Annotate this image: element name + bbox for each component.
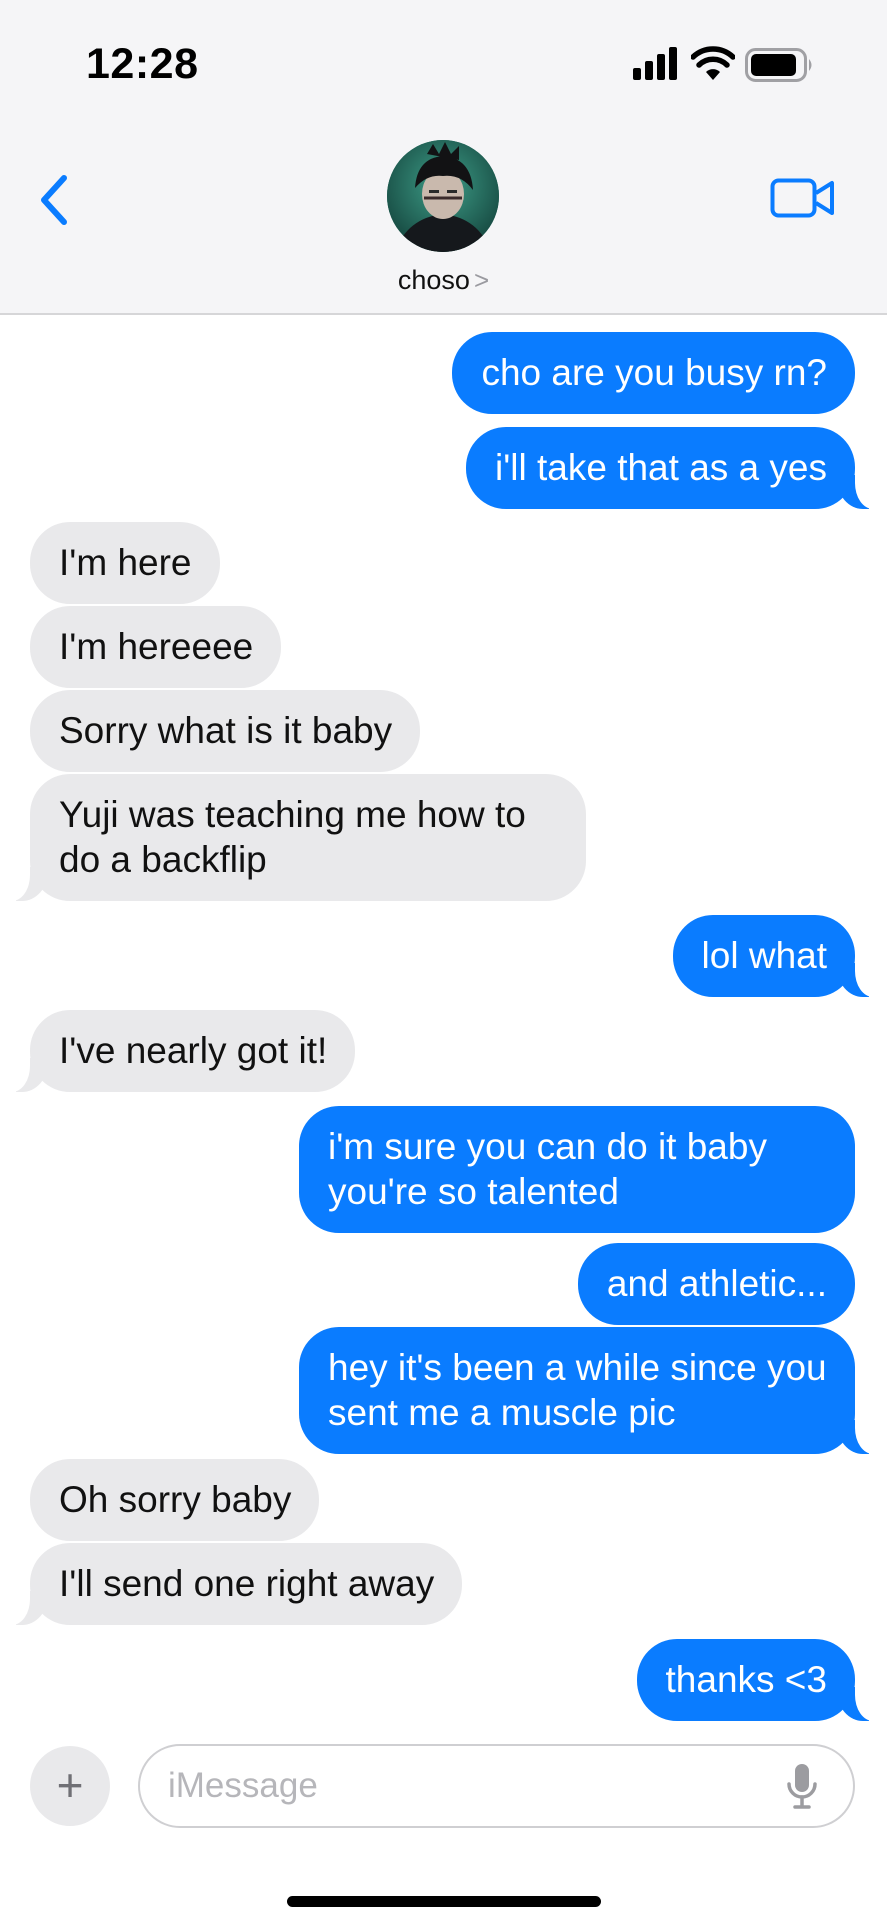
message-bubble-received[interactable]: I'll send one right away xyxy=(1,1543,463,1625)
conversation-header: choso > xyxy=(0,130,887,315)
video-camera-icon[interactable] xyxy=(770,176,836,220)
message-bubble-received[interactable]: I'm hereeee xyxy=(30,606,282,688)
message-input[interactable] xyxy=(138,1744,855,1828)
message-bubble-received[interactable]: Oh sorry baby xyxy=(30,1459,320,1541)
avatar-image xyxy=(387,140,499,252)
message-bubble-received[interactable]: I'm here xyxy=(30,522,220,604)
message-bubble-received[interactable]: Sorry what is it baby xyxy=(30,690,421,772)
message-bubble-sent[interactable]: hey it's been a while since you sent me … xyxy=(299,1327,883,1454)
message-bubble-received[interactable]: Yuji was teaching me how to do a backfli… xyxy=(2,774,586,901)
message-bubble-received[interactable]: I've nearly got it! xyxy=(1,1010,356,1092)
compose-bar: + xyxy=(0,1730,887,1920)
battery-icon xyxy=(745,48,812,82)
microphone-icon[interactable] xyxy=(785,1762,819,1810)
message-bubble-sent[interactable]: cho are you busy rn? xyxy=(452,332,855,414)
chevron-left-icon[interactable] xyxy=(34,170,74,230)
plus-icon: + xyxy=(56,1759,84,1811)
home-indicator[interactable] xyxy=(287,1896,601,1907)
chevron-right-icon: > xyxy=(473,265,490,295)
contact-name: choso xyxy=(397,265,470,295)
message-bubble-sent[interactable]: i'm sure you can do it baby you're so ta… xyxy=(299,1106,855,1233)
contact-name-button[interactable]: choso > xyxy=(0,265,887,296)
cellular-signal-icon xyxy=(633,47,677,80)
message-bubble-sent[interactable]: and athletic... xyxy=(577,1243,855,1325)
message-bubble-sent[interactable]: lol what xyxy=(672,915,884,997)
message-thread[interactable]: cho are you busy rn? i'll take that as a… xyxy=(0,313,887,1730)
apps-plus-button[interactable]: + xyxy=(30,1746,110,1826)
status-time: 12:28 xyxy=(86,40,199,88)
wifi-icon xyxy=(691,46,735,80)
message-bubble-sent[interactable]: i'll take that as a yes xyxy=(465,427,884,509)
avatar[interactable] xyxy=(387,140,499,252)
status-bar: 12:28 xyxy=(0,0,887,130)
message-bubble-sent[interactable]: thanks <3 xyxy=(636,1639,884,1721)
